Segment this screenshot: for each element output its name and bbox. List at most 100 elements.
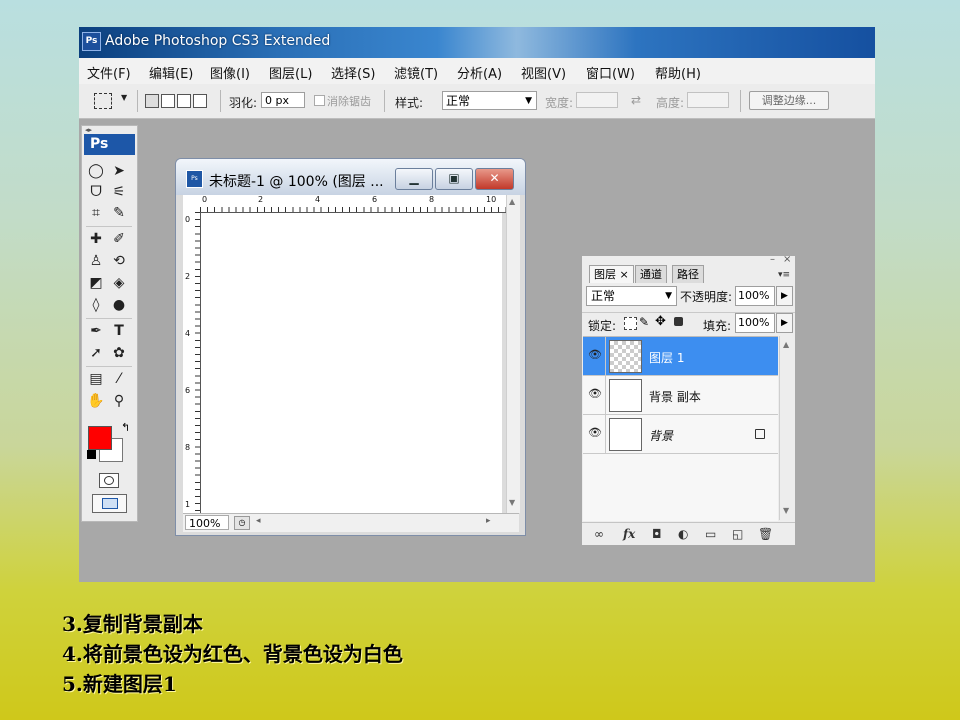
screen-mode-icon[interactable] (92, 494, 127, 513)
eyedropper-icon[interactable]: ⁄ (109, 369, 129, 389)
scroll-down-icon[interactable]: ▼ (509, 498, 515, 507)
document-ps-icon: Ps (186, 170, 203, 188)
magic-wand-icon[interactable]: ⚟ (109, 182, 129, 202)
link-icon[interactable]: ∞ (594, 527, 604, 541)
eye-icon[interactable]: 👁 (588, 427, 602, 439)
horizontal-ruler[interactable]: 0 2 4 6 8 10 (200, 195, 506, 213)
blur-icon[interactable]: ◊ (86, 295, 106, 315)
menu-layer[interactable]: 图层(L) (269, 63, 312, 82)
crop-icon[interactable]: ⌗ (86, 203, 106, 223)
close-button[interactable]: ✕ (475, 168, 514, 190)
ruler-v-label: 6 (185, 386, 191, 395)
menu-window[interactable]: 窗口(W) (586, 63, 635, 82)
tab-layers[interactable]: 图层 × (589, 265, 634, 283)
fx-icon[interactable]: fx (623, 527, 635, 541)
group-folder-icon[interactable]: ▭ (705, 527, 716, 541)
scroll-left-icon[interactable]: ◂ (256, 516, 261, 526)
trash-icon[interactable]: 🗑 (758, 527, 773, 541)
adjustment-icon[interactable]: ◐ (678, 527, 688, 541)
eraser-icon[interactable]: ◩ (86, 273, 106, 293)
tool-preset-arrow-icon[interactable]: ▼ (121, 93, 127, 102)
swap-icon[interactable]: ⇄ (631, 93, 641, 107)
add-selection-icon[interactable] (161, 94, 175, 108)
width-input[interactable] (576, 92, 618, 108)
scroll-down-icon[interactable]: ▼ (783, 506, 789, 515)
menu-image[interactable]: 图像(I) (210, 63, 250, 82)
menu-filter[interactable]: 滤镜(T) (394, 63, 438, 82)
menu-view[interactable]: 视图(V) (521, 63, 566, 82)
refine-edge-button[interactable]: 调整边缘... (749, 91, 829, 110)
mask-icon[interactable]: ◘ (652, 527, 662, 541)
document-canvas[interactable] (201, 213, 502, 513)
layers-scrollbar[interactable]: ▲ ▼ (779, 336, 794, 520)
blend-mode-select[interactable]: 正常 ▼ (586, 286, 677, 306)
layer-row-background[interactable]: 👁 背景 (583, 415, 778, 454)
tab-channels[interactable]: 通道 (635, 265, 667, 283)
default-colors-icon[interactable] (87, 450, 96, 459)
minimize-button[interactable]: ▁ (395, 168, 433, 190)
document-title-bar[interactable]: Ps 未标题-1 @ 100% (图层 ... ▁ ▣ ✕ (176, 159, 525, 195)
maximize-button[interactable]: ▣ (435, 168, 473, 190)
antialias-checkbox[interactable] (314, 95, 325, 106)
scroll-right-icon[interactable]: ▸ (486, 516, 491, 526)
layer-row-layer1[interactable]: 👁 图层 1 (583, 337, 778, 376)
swap-colors-icon[interactable]: ↰ (121, 421, 130, 434)
hand-icon[interactable]: ✋ (86, 391, 106, 411)
quick-mask-icon[interactable] (99, 473, 119, 488)
vertical-ruler[interactable]: 0 2 4 6 8 1 (183, 212, 201, 513)
eye-icon[interactable]: 👁 (588, 349, 602, 361)
layer-row-background-copy[interactable]: 👁 背景 副本 (583, 376, 778, 415)
fill-input[interactable]: 100% (735, 313, 775, 333)
eye-icon[interactable]: 👁 (588, 388, 602, 400)
subtract-selection-icon[interactable] (177, 94, 191, 108)
fill-arrow-icon[interactable]: ▶ (776, 313, 793, 333)
tab-paths[interactable]: 路径 (672, 265, 704, 283)
lasso-icon[interactable]: ᗜ (86, 182, 106, 202)
panel-menu-icon[interactable]: ▾≡ (778, 270, 790, 280)
status-menu-icon[interactable]: ◷ (234, 516, 250, 530)
ruler-origin[interactable] (183, 195, 201, 213)
move-tool-icon[interactable]: ➤ (109, 161, 129, 181)
elliptical-marquee-icon[interactable]: ◯ (86, 161, 106, 181)
new-layer-icon[interactable]: ◱ (732, 527, 743, 541)
path-selection-icon[interactable]: ➚ (86, 343, 106, 363)
height-input[interactable] (687, 92, 729, 108)
lock-position-icon[interactable]: ✥ (655, 314, 666, 329)
opacity-arrow-icon[interactable]: ▶ (776, 286, 793, 306)
scroll-up-icon[interactable]: ▲ (509, 197, 515, 206)
type-tool-icon[interactable]: T (109, 321, 129, 341)
scroll-up-icon[interactable]: ▲ (783, 340, 789, 349)
new-selection-icon[interactable] (145, 94, 159, 108)
brush-icon[interactable]: ✐ (109, 229, 129, 249)
menu-file[interactable]: 文件(F) (87, 63, 131, 82)
close-panel-icon[interactable]: × (783, 254, 791, 265)
zoom-icon[interactable]: ⚲ (109, 391, 129, 411)
menu-select[interactable]: 选择(S) (331, 63, 375, 82)
dodge-icon[interactable]: ● (109, 295, 129, 315)
menu-help[interactable]: 帮助(H) (655, 63, 701, 82)
clone-stamp-icon[interactable]: ♙ (86, 251, 106, 271)
custom-shape-icon[interactable]: ✿ (109, 343, 129, 363)
slice-icon[interactable]: ✎ (109, 203, 129, 223)
style-select[interactable]: 正常 ▼ (442, 91, 537, 110)
zoom-field[interactable]: 100% (185, 515, 229, 530)
notes-icon[interactable]: ▤ (86, 369, 106, 389)
healing-brush-icon[interactable]: ✚ (86, 229, 106, 249)
pen-icon[interactable]: ✒ (86, 321, 106, 341)
feather-input[interactable]: 0 px (261, 92, 305, 108)
collapse-panel-icon[interactable]: – (770, 254, 775, 265)
lock-transparent-icon[interactable] (624, 317, 637, 330)
menu-edit[interactable]: 编辑(E) (149, 63, 193, 82)
foreground-color-swatch[interactable] (88, 426, 112, 450)
lock-pixels-icon[interactable]: ✎ (639, 315, 649, 329)
history-brush-icon[interactable]: ⟲ (109, 251, 129, 271)
menu-analysis[interactable]: 分析(A) (457, 63, 502, 82)
lock-all-icon[interactable] (674, 317, 683, 326)
toolbox-header: Ps (84, 134, 135, 155)
opacity-input[interactable]: 100% (735, 286, 775, 306)
vertical-scrollbar[interactable]: ▲ ▼ (506, 195, 520, 513)
intersect-selection-icon[interactable] (193, 94, 207, 108)
paint-bucket-icon[interactable]: ◈ (109, 273, 129, 293)
close-tab-icon[interactable]: × (620, 268, 629, 281)
marquee-tool-icon[interactable] (94, 93, 112, 109)
